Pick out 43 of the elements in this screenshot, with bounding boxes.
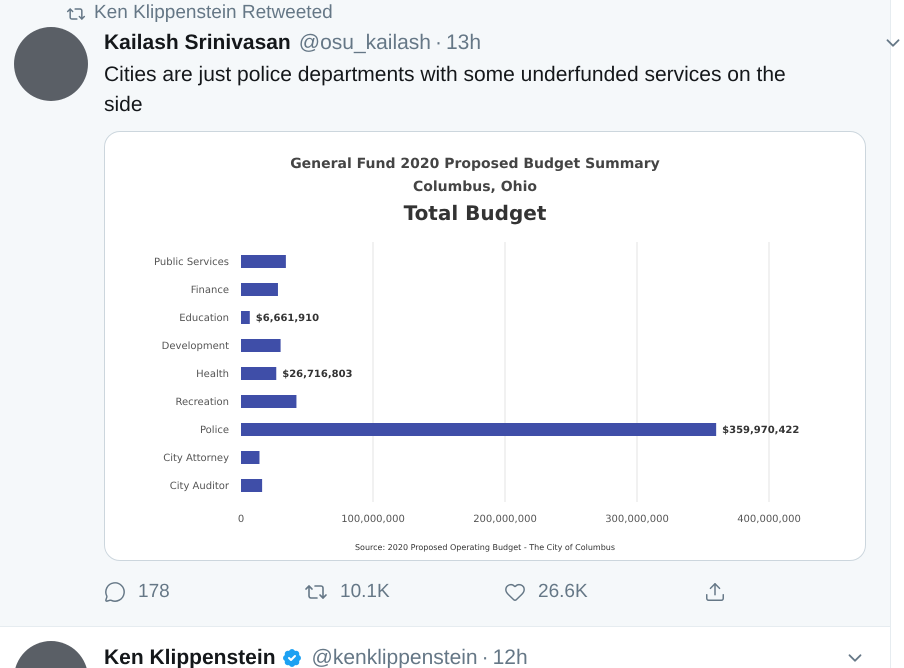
reply-icon	[104, 581, 126, 603]
bar	[241, 367, 276, 380]
category-label: Police	[200, 425, 229, 436]
value-label: $6,661,910	[256, 313, 320, 324]
reply-button[interactable]: 178	[104, 578, 304, 606]
retweet-button[interactable]: 10.1K	[304, 578, 504, 606]
bar	[241, 479, 262, 492]
value-label: $359,970,422	[722, 425, 800, 436]
category-label: Recreation	[176, 397, 229, 408]
axis-tick-label: 100,000,000	[341, 514, 405, 525]
chart-heading: Total Budget	[404, 201, 546, 225]
category-label: Public Services	[154, 257, 229, 268]
axis-tick-label: 0	[238, 514, 244, 525]
retweet-note[interactable]: Ken Klippenstein Retweeted	[94, 0, 333, 28]
category-label: City Auditor	[170, 481, 229, 492]
author-handle[interactable]: @osu_kailash	[298, 27, 431, 59]
value-label: $26,716,803	[282, 369, 352, 380]
bar	[241, 283, 278, 296]
category-label: Health	[196, 369, 229, 380]
heart-icon	[504, 581, 526, 603]
category-label: Finance	[190, 285, 229, 296]
chart-subtitle: Columbus, Ohio	[412, 179, 538, 195]
chart-title: General Fund 2020 Proposed Budget Summary	[290, 156, 660, 172]
tweet-time[interactable]: 13h	[446, 27, 482, 59]
chart-source: Source: 2020 Proposed Operating Budget - The City of Columbus	[354, 543, 616, 552]
category-label: Education	[179, 313, 229, 324]
bar	[241, 255, 286, 268]
tweet-time[interactable]: 12h	[492, 642, 528, 668]
bar	[241, 311, 250, 324]
axis-tick-label: 200,000,000	[473, 514, 537, 525]
category-label: City Attorney	[163, 453, 229, 464]
bar	[241, 395, 296, 408]
category-label: Development	[162, 341, 229, 352]
bar	[241, 339, 281, 352]
axis-tick-label: 400,000,000	[737, 514, 801, 525]
separator: ·	[435, 30, 442, 56]
axis-tick-label: 300,000,000	[605, 514, 669, 525]
tweet-text: Cities are just police departments with some underfunded services on the side	[104, 62, 787, 118]
separator: ·	[482, 645, 489, 668]
bar	[241, 451, 260, 464]
like-button[interactable]: 26.6K	[504, 578, 704, 606]
share-icon	[704, 581, 726, 603]
author-name[interactable]: Kailash Srinivasan	[104, 27, 291, 59]
